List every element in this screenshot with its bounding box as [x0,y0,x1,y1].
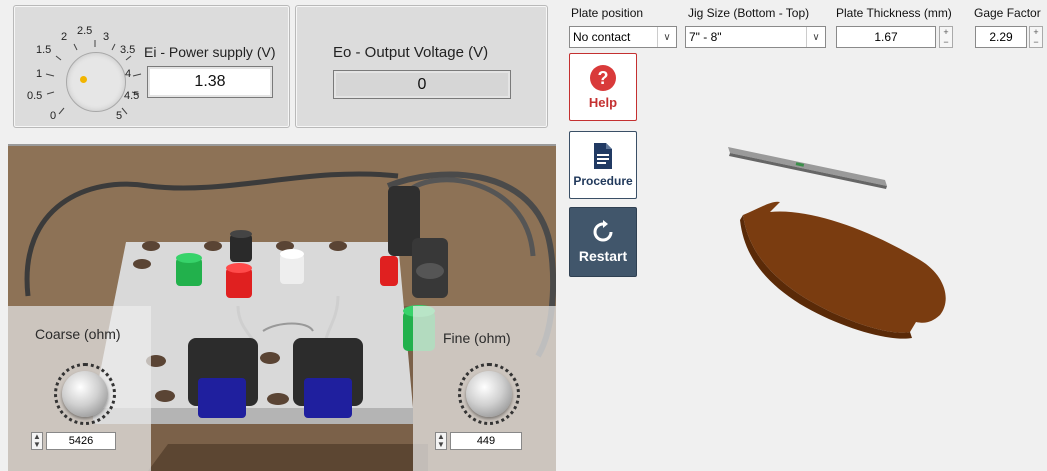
document-icon [594,143,612,169]
chevron-down-icon[interactable]: ∨ [806,27,825,47]
gage-factor-input[interactable]: 2.29 [975,26,1027,48]
dial-tick-5: 5 [116,110,123,122]
dial-tick-3.5: 3.5 [120,44,136,56]
procedure-label: Procedure [573,174,633,188]
lab-bench-scene: Coarse (ohm) ▲ ▼ 5426 Fine (ohm) ▲ ▼ 449 [8,144,556,471]
coarse-label: Coarse (ohm) [35,326,121,342]
coarse-value-input[interactable]: 5426 [46,432,116,450]
plate-position-value: No contact [573,30,631,44]
dial-tick-1.5: 1.5 [36,44,52,56]
dial-tick-1: 1 [36,68,43,80]
restart-icon [593,220,613,242]
chevron-down-icon[interactable]: ∨ [657,27,676,47]
white-terminal [280,249,304,284]
restart-button[interactable]: Restart [569,207,637,277]
plate-thickness-stepper[interactable]: + − [939,26,953,48]
plate-thickness-label: Plate Thickness (mm) [836,6,952,20]
dial-tick-0: 0 [50,110,57,122]
dial-tick-0.5: 0.5 [27,90,43,102]
help-icon: ? [590,65,616,91]
gage-factor-label: Gage Factor [974,6,1041,20]
dial-tick-3: 3 [103,31,110,43]
jig-size-select[interactable]: 7" - 8" ∨ [685,26,826,48]
help-button[interactable]: ? Help [569,53,637,121]
output-voltage-title: Eo - Output Voltage (V) [333,44,489,61]
plate-3d-view [728,147,946,339]
black-terminal [230,230,252,262]
output-voltage-readout: 0 [333,70,511,99]
coarse-stepper[interactable]: ▲ ▼ [31,432,43,450]
steel-plate [740,201,946,339]
plate-position-select[interactable]: No contact ∨ [569,26,677,48]
green-terminal [176,253,202,286]
coarse-knob[interactable] [62,371,108,417]
dial-tick-4.5: 4.5 [124,90,140,102]
strain-gage-strip [728,147,887,189]
procedure-button[interactable]: Procedure [569,131,637,199]
power-supply-title: Ei - Power supply (V) [144,44,276,60]
decade-box-left [188,338,258,418]
power-supply-readout: 1.38 [147,66,273,98]
plate-position-label: Plate position [571,6,644,20]
decade-box-right [293,338,363,418]
plate-thickness-input[interactable]: 1.67 [836,26,936,48]
fine-knob[interactable] [466,371,512,417]
svg-text:?: ? [598,68,609,88]
fine-stepper[interactable]: ▲ ▼ [435,432,447,450]
dial-tick-2.5: 2.5 [77,25,93,37]
power-supply-panel: Ei - Power supply (V) 0 0.5 1 1.5 2 2.5 … [13,5,290,128]
red-terminal [226,263,252,298]
restart-label: Restart [578,248,628,264]
dial-tick-4: 4 [125,68,132,80]
fine-value-input[interactable]: 449 [450,432,522,450]
gage-factor-stepper[interactable]: + − [1029,26,1043,48]
dial-tick-2: 2 [61,31,68,43]
help-label: Help [588,95,618,110]
jig-size-value: 7" - 8" [689,30,722,44]
output-voltage-panel: Eo - Output Voltage (V) 0 [295,5,548,128]
jig-size-label: Jig Size (Bottom - Top) [688,6,810,20]
fine-label: Fine (ohm) [443,330,511,346]
